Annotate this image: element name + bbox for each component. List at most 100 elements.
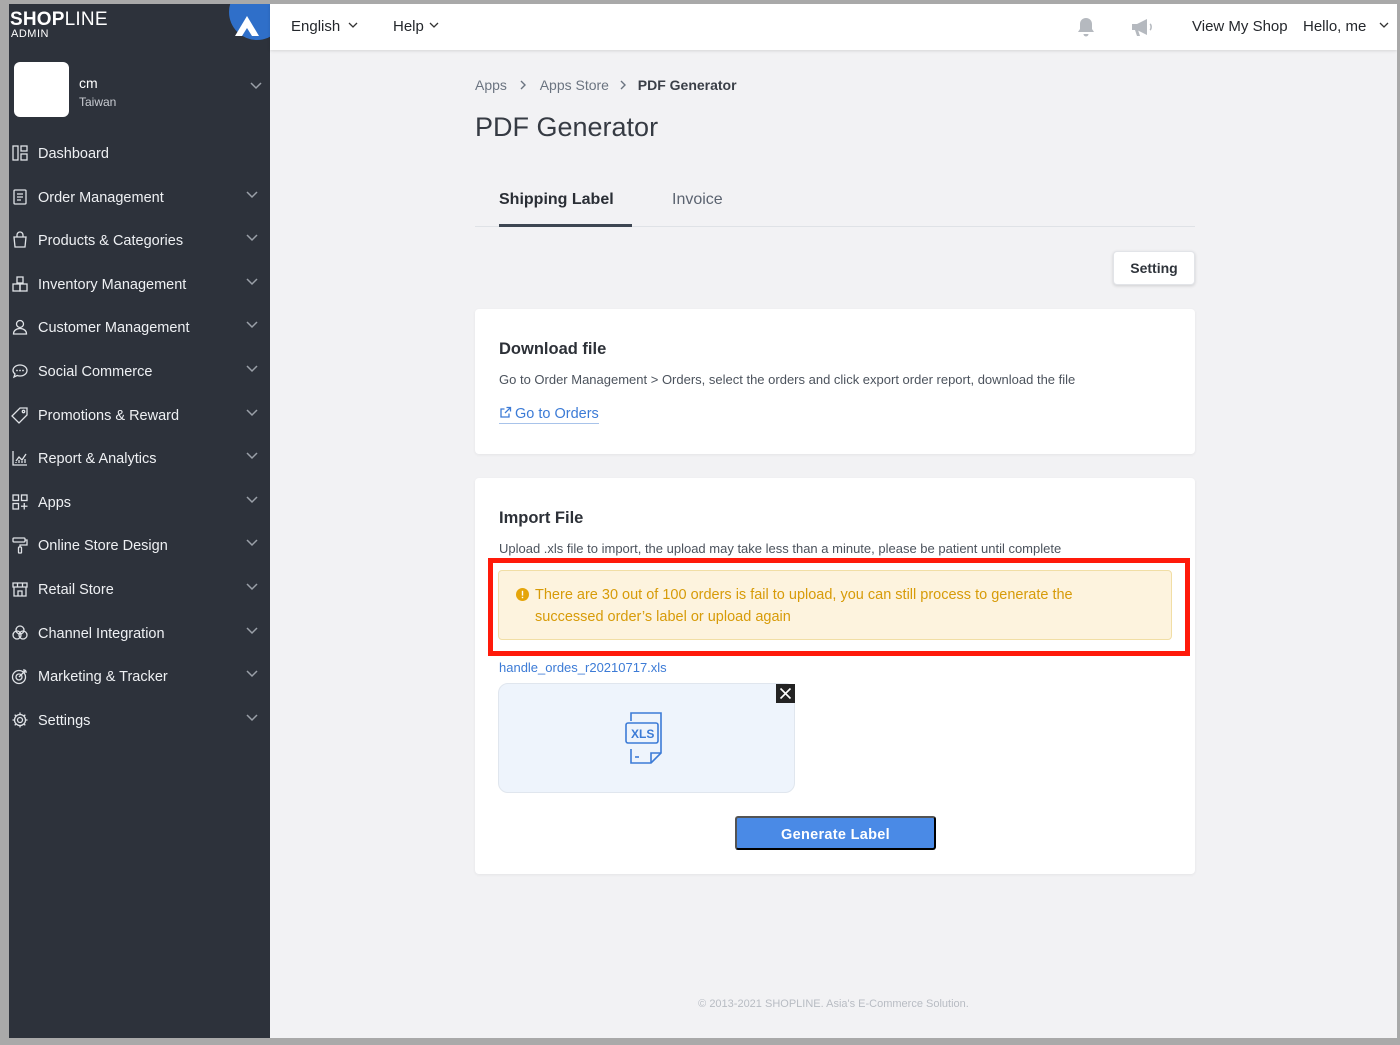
import-file-description: Upload .xls file to import, the upload m… [499, 541, 1062, 556]
app-window: SHOPLINE ADMIN cm Taiwan Dashboard Order… [9, 4, 1397, 1038]
download-file-card: Download file Go to Order Management > O… [475, 309, 1195, 454]
tab-invoice[interactable]: Invoice [672, 191, 723, 209]
chevron-down-icon [246, 234, 258, 242]
sidebar-item-inventory[interactable]: Inventory Management [9, 263, 270, 307]
sidebar-item-order-management[interactable]: Order Management [9, 176, 270, 220]
uploaded-filename[interactable]: handle_ordes_r20210717.xls [499, 660, 667, 675]
chevron-down-icon [246, 714, 258, 721]
sidebar-item-label: Online Store Design [38, 538, 168, 555]
sidebar-item-products[interactable]: Products & Categories [9, 219, 270, 263]
store-icon [12, 582, 28, 597]
sidebar-item-online-store-design[interactable]: Online Store Design [9, 524, 270, 568]
gear-icon [12, 712, 28, 728]
sidebar-item-label: Social Commerce [38, 363, 153, 380]
chevron-down-icon [246, 365, 258, 373]
sidebar-item-label: Products & Categories [38, 233, 184, 250]
sidebar-item-label: Channel Integration [38, 625, 165, 642]
page-title: PDF Generator [475, 112, 659, 142]
bag-icon [13, 231, 27, 248]
language-label: English [291, 18, 341, 35]
setting-button[interactable]: Setting [1113, 251, 1195, 285]
sidebar-item-marketing[interactable]: Marketing & Tracker [9, 655, 270, 699]
chevron-right-icon [620, 80, 626, 90]
view-my-shop-link[interactable]: View My Shop [1192, 18, 1288, 35]
apps-icon [12, 494, 28, 510]
account-region: Taiwan [79, 95, 117, 109]
chat-icon [12, 364, 28, 379]
chevron-down-icon [246, 627, 258, 634]
chevron-down-icon [250, 82, 262, 90]
external-link-icon [500, 406, 512, 418]
sidebar-item-label: Inventory Management [38, 276, 187, 293]
sidebar-item-label: Retail Store [38, 581, 114, 598]
sidebar-nav: Dashboard Order Management Products & Ca… [9, 132, 270, 742]
brush-icon [12, 537, 28, 554]
dashboard-icon [12, 145, 28, 161]
chevron-down-icon [246, 321, 258, 329]
sidebar: SHOPLINE ADMIN cm Taiwan Dashboard Order… [9, 4, 285, 1038]
chevron-down-icon [246, 539, 258, 547]
greeting-label: Hello, me [1303, 18, 1367, 35]
chevron-down-icon [1379, 22, 1388, 28]
chevron-down-icon [246, 496, 258, 503]
breadcrumb-current: PDF Generator [637, 77, 737, 93]
chevron-down-icon [348, 22, 358, 28]
generate-label-button[interactable]: Generate Label [735, 816, 936, 850]
help-label: Help [393, 18, 424, 35]
chevron-right-icon [520, 80, 526, 90]
chevron-down-icon [246, 278, 258, 285]
go-to-orders-link[interactable]: Go to Orders [499, 406, 599, 424]
tab-bar: Shipping Label Invoice [475, 180, 1195, 227]
sidebar-item-retail-store[interactable]: Retail Store [9, 568, 270, 612]
download-file-title: Download file [499, 340, 607, 358]
brand-sub: ADMIN [11, 28, 49, 40]
chevron-down-icon [246, 583, 258, 590]
sidebar-item-label: Marketing & Tracker [38, 669, 168, 686]
avatar [14, 62, 69, 117]
chevron-down-icon [246, 409, 258, 416]
sidebar-item-customer[interactable]: Customer Management [9, 306, 270, 350]
breadcrumb-apps-store[interactable]: Apps Store [540, 77, 609, 93]
help-menu[interactable]: Help [393, 18, 439, 35]
download-file-description: Go to Order Management > Orders, select … [499, 372, 1076, 387]
breadcrumb-apps[interactable]: Apps [475, 77, 507, 93]
logo[interactable]: SHOPLINE ADMIN [9, 4, 285, 50]
sidebar-item-dashboard[interactable]: Dashboard [9, 132, 270, 176]
sidebar-item-report[interactable]: Report & Analytics [9, 437, 270, 481]
chart-icon [12, 451, 27, 466]
sidebar-item-channel-integration[interactable]: Channel Integration [9, 612, 270, 656]
chevron-down-icon [246, 452, 258, 460]
account-switcher[interactable]: cm Taiwan [14, 62, 264, 118]
go-to-orders-label: Go to Orders [515, 406, 599, 422]
sidebar-item-apps[interactable]: Apps [9, 481, 270, 525]
target-icon [11, 669, 27, 685]
sidebar-item-label: Customer Management [38, 320, 190, 337]
annotation-highlight-box [488, 558, 1190, 656]
xls-badge-text: XLS [631, 727, 654, 741]
sidebar-item-label: Promotions & Reward [38, 407, 180, 424]
user-icon [12, 320, 28, 336]
order-icon [13, 188, 27, 205]
remove-file-button[interactable] [776, 684, 795, 703]
language-selector[interactable]: English [291, 18, 358, 35]
inventory-icon [12, 276, 28, 292]
sidebar-item-promotions[interactable]: Promotions & Reward [9, 394, 270, 438]
file-preview[interactable]: XLS [498, 683, 795, 793]
close-icon [779, 687, 792, 700]
sidebar-item-settings[interactable]: Settings [9, 699, 270, 743]
chevron-down-icon [246, 191, 258, 198]
user-menu[interactable]: Hello, me [1303, 18, 1389, 35]
sidebar-item-label: Settings [38, 712, 91, 729]
shopline-triangle-inner [242, 28, 252, 36]
bell-icon[interactable] [1075, 16, 1097, 38]
tag-icon [11, 406, 28, 424]
sidebar-item-label: Report & Analytics [38, 451, 157, 468]
megaphone-icon[interactable] [1130, 17, 1154, 37]
breadcrumb: Apps Apps Store PDF Generator [475, 77, 737, 93]
footer-copyright: © 2013-2021 SHOPLINE. Asia's E-Commerce … [698, 998, 969, 1010]
sidebar-item-social-commerce[interactable]: Social Commerce [9, 350, 270, 394]
active-tab-indicator [499, 224, 632, 227]
tab-shipping-label[interactable]: Shipping Label [499, 191, 614, 209]
xls-file-icon: XLS [625, 712, 662, 764]
import-file-title: Import File [499, 509, 584, 527]
